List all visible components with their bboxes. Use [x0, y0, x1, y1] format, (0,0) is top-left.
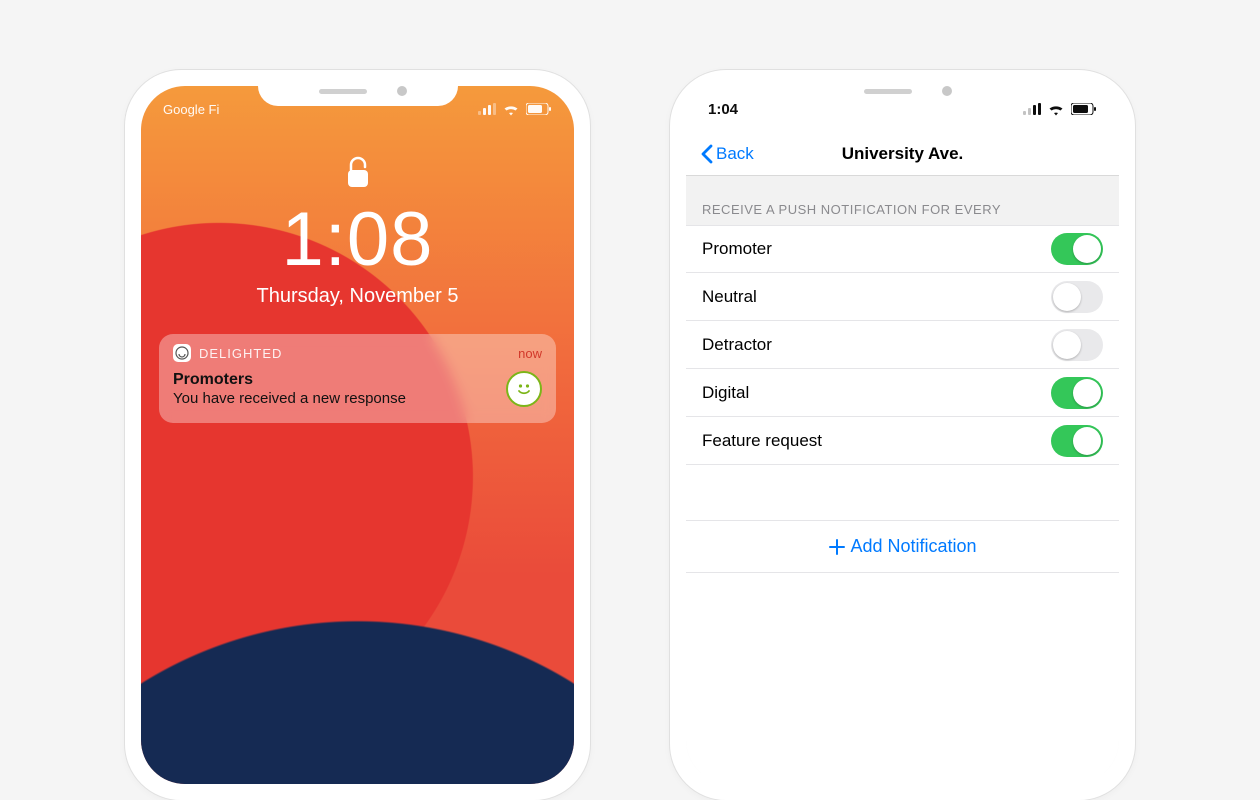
settings-row-label: Feature request: [702, 431, 1051, 451]
lockscreen-date: Thursday, November 5: [141, 285, 574, 308]
settings-row: Neutral: [686, 273, 1119, 321]
settings-row-label: Digital: [702, 383, 1051, 403]
notification-app-icon: [173, 344, 191, 362]
chevron-left-icon: [700, 144, 714, 164]
toggle[interactable]: [1051, 425, 1103, 457]
page-title: University Ave.: [842, 144, 964, 164]
lockscreen-time: 1:08: [141, 196, 574, 283]
settings-row-label: Detractor: [702, 335, 1051, 355]
phone-lockscreen: Google Fi 1:08 Thu: [125, 70, 590, 800]
toggle[interactable]: [1051, 377, 1103, 409]
notification-title: Promoters: [173, 370, 406, 390]
add-notification-button[interactable]: Add Notification: [686, 521, 1119, 573]
phone-notch: [803, 76, 1003, 106]
lock-icon: [141, 156, 574, 190]
signal-icon: [1023, 103, 1041, 115]
notification-card[interactable]: DELIGHTED now Promoters You have receive…: [159, 334, 556, 423]
plus-icon: [828, 538, 846, 556]
toggle[interactable]: [1051, 329, 1103, 361]
phone-settings: 1:04 Back: [670, 70, 1135, 800]
carrier-label: Google Fi: [163, 102, 219, 117]
signal-icon: [478, 103, 496, 115]
section-header: RECEIVE A PUSH NOTIFICATION FOR EVERY: [686, 176, 1119, 225]
status-time: 1:04: [708, 101, 738, 118]
settings-row: Promoter: [686, 225, 1119, 273]
settings-row: Feature request: [686, 417, 1119, 465]
back-button[interactable]: Back: [700, 144, 754, 164]
notification-message: You have received a new response: [173, 390, 406, 409]
toggle[interactable]: [1051, 233, 1103, 265]
battery-icon: [526, 103, 552, 115]
wifi-icon: [502, 103, 520, 116]
toggle[interactable]: [1051, 281, 1103, 313]
notification-app-name: DELIGHTED: [199, 346, 282, 361]
spacer-row: [686, 465, 1119, 521]
battery-icon: [1071, 103, 1097, 115]
settings-row-label: Neutral: [702, 287, 1051, 307]
nav-bar: Back University Ave.: [686, 132, 1119, 176]
settings-row-label: Promoter: [702, 239, 1051, 259]
add-notification-label: Add Notification: [850, 536, 976, 557]
settings-row: Digital: [686, 369, 1119, 417]
phone-notch: [258, 76, 458, 106]
notification-when: now: [518, 346, 542, 361]
smiley-icon: [506, 371, 542, 407]
wifi-icon: [1047, 103, 1065, 116]
settings-row: Detractor: [686, 321, 1119, 369]
back-label: Back: [716, 144, 754, 164]
